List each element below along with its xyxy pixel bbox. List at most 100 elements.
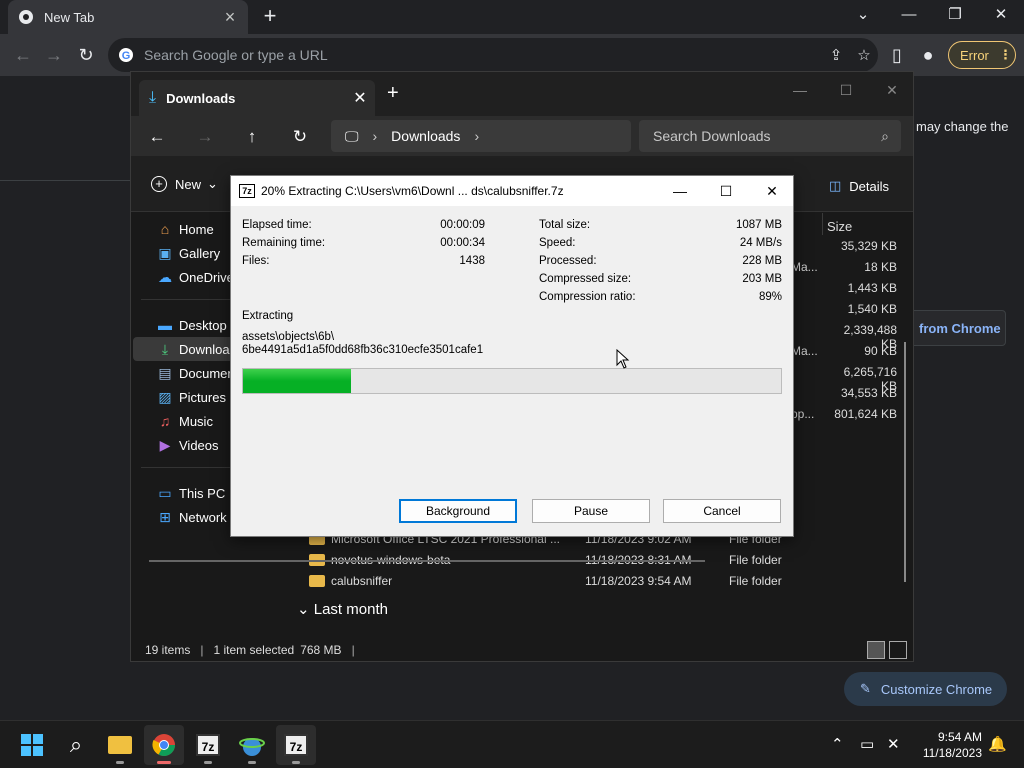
- omnibox[interactable]: G Search Google or type a URL ⇪ ☆: [108, 38, 878, 72]
- profile-icon[interactable]: ●: [915, 42, 941, 68]
- size-cell: 801,624 KB: [834, 407, 897, 421]
- close-window-button[interactable]: ✕: [978, 0, 1024, 30]
- stat-value: 24 MB/s: [739, 237, 782, 249]
- group-header-last-month[interactable]: ⌄ Last month: [297, 600, 388, 618]
- taskbar-7zip-1[interactable]: 7z: [188, 725, 228, 765]
- download-icon: ⤓: [161, 340, 169, 357]
- reload-button[interactable]: ↻: [73, 42, 99, 68]
- explorer-minimize-button[interactable]: —: [777, 76, 823, 104]
- new-button[interactable]: + New ⌄: [151, 176, 218, 192]
- stat-label: Processed:: [539, 255, 597, 267]
- forward-button[interactable]: →: [41, 42, 67, 68]
- notification-bell-icon[interactable]: 🔔: [988, 735, 1007, 753]
- chevron-down-icon[interactable]: ⌄: [840, 0, 886, 30]
- taskbar-7zip-2[interactable]: 7z: [276, 725, 316, 765]
- volume-muted-icon[interactable]: ✕: [887, 735, 900, 753]
- share-icon[interactable]: ⇪: [822, 46, 850, 64]
- side-panel-icon[interactable]: ▯: [884, 42, 910, 68]
- status-separator: |: [200, 643, 204, 657]
- size-cell: 1,540 KB: [847, 302, 897, 316]
- system-clock[interactable]: 9:54 AM 11/18/2023: [912, 729, 982, 761]
- column-header-size[interactable]: Size: [827, 219, 852, 234]
- back-button[interactable]: ←: [10, 42, 36, 68]
- stat-value: 00:00:34: [440, 237, 485, 249]
- size-cell: 18 KB: [864, 260, 897, 274]
- details-button[interactable]: ◫ Details: [829, 178, 889, 194]
- search-icon: ⌕: [69, 732, 83, 757]
- vertical-scrollbar[interactable]: [904, 342, 906, 582]
- explorer-new-tab-button[interactable]: +: [387, 82, 399, 105]
- stat-value: 203 MB: [742, 273, 782, 285]
- maximize-button[interactable]: ☐: [703, 176, 749, 206]
- download-icon: ⤓: [149, 89, 157, 106]
- close-button[interactable]: ✕: [749, 176, 795, 206]
- error-label: Error: [960, 47, 989, 63]
- search-downloads-input[interactable]: Search Downloads ⌕: [639, 120, 901, 152]
- windows-logo-icon: [21, 734, 43, 756]
- network-status-icon[interactable]: ▭: [860, 735, 874, 753]
- sidebar-item-label: Pictures: [179, 389, 226, 405]
- home-icon: ⌂: [160, 221, 170, 237]
- minimize-button[interactable]: —: [886, 0, 932, 30]
- details-view-icon[interactable]: [867, 641, 885, 659]
- taskbar-file-explorer[interactable]: [100, 725, 140, 765]
- restore-button[interactable]: ❐: [932, 0, 978, 30]
- forward-button[interactable]: →: [192, 124, 218, 150]
- refresh-button[interactable]: ↻: [287, 124, 313, 150]
- active-indicator: [157, 761, 171, 764]
- address-bar[interactable]: 🖵 › Downloads ›: [331, 120, 631, 152]
- background-button[interactable]: Background: [399, 499, 517, 523]
- sidebar-item-label: Desktop: [179, 317, 227, 333]
- status-separator: |: [351, 643, 355, 657]
- 7zip-extract-dialog: 7z 20% Extracting C:\Users\vm6\Downl ...…: [230, 175, 794, 537]
- current-file-name: 6be4491a5d1a5f0dd68fb36c310ecfe3501cafe1: [242, 344, 484, 356]
- breadcrumb-downloads[interactable]: Downloads: [391, 128, 460, 144]
- error-badge[interactable]: Error ⋮: [948, 41, 1016, 69]
- progress-fill: [243, 369, 351, 393]
- size-cell: 35,329 KB: [840, 239, 897, 253]
- pause-button[interactable]: Pause: [532, 499, 650, 523]
- chrome-tab-new-tab[interactable]: New Tab ×: [8, 0, 248, 34]
- taskbar-novetus[interactable]: [232, 725, 272, 765]
- sidebar-item-label: Gallery: [179, 245, 221, 261]
- tiles-view-icon[interactable]: [889, 641, 907, 659]
- horizontal-scrollbar[interactable]: [149, 560, 705, 562]
- new-tab-button[interactable]: +: [258, 5, 282, 29]
- document-icon: ▤: [158, 364, 172, 381]
- back-button[interactable]: ←: [144, 124, 170, 150]
- search-button[interactable]: ⌕: [56, 725, 96, 765]
- bookmark-star-icon[interactable]: ☆: [850, 46, 878, 64]
- close-tab-icon[interactable]: ×: [222, 8, 238, 26]
- extract-progress-bar: [242, 368, 782, 394]
- chrome-favicon-icon: [19, 10, 33, 24]
- explorer-tab-downloads[interactable]: ⤓ Downloads ✕: [139, 80, 375, 116]
- network-icon: ⊞: [159, 508, 171, 525]
- running-indicator: [116, 761, 124, 764]
- svg-text:G: G: [122, 50, 131, 62]
- size-cell: 34,553 KB: [840, 386, 897, 400]
- 7zip-logo-icon: 7z: [239, 184, 255, 198]
- up-button[interactable]: ↑: [239, 124, 265, 150]
- table-row[interactable]: calubsniffer 11/18/2023 9:54 AM File fol…: [309, 571, 889, 591]
- taskbar-chrome[interactable]: [144, 725, 184, 765]
- explorer-maximize-button[interactable]: ☐: [823, 76, 869, 104]
- explorer-navbar: ← → ↑ ↻ 🖵 › Downloads › Search Downloads…: [131, 116, 913, 156]
- explorer-close-button[interactable]: ✕: [869, 76, 915, 104]
- customize-chrome-button[interactable]: ✎ Customize Chrome: [844, 672, 1007, 706]
- chevron-right-icon: ›: [474, 128, 480, 144]
- stat-label: Speed:: [539, 237, 576, 249]
- new-label: New: [175, 176, 202, 192]
- background-link-card[interactable]: from Chrome: [906, 310, 1006, 346]
- start-button[interactable]: [12, 725, 52, 765]
- status-selected: 1 item selected: [213, 643, 295, 657]
- close-tab-icon[interactable]: ✕: [345, 88, 375, 108]
- google-icon: G: [119, 48, 133, 62]
- operation-label: Extracting: [242, 310, 294, 322]
- chrome-tab-strip: New Tab × + ⌄ — ❐ ✕: [0, 0, 1024, 34]
- sidebar-item-label: OneDrive: [179, 269, 234, 285]
- file-date: 11/18/2023 9:54 AM: [585, 574, 692, 588]
- cancel-button[interactable]: Cancel: [663, 499, 781, 523]
- minimize-button[interactable]: —: [657, 176, 703, 206]
- type-cell: pp...: [791, 407, 815, 421]
- chevron-up-icon[interactable]: ⌃: [831, 735, 844, 753]
